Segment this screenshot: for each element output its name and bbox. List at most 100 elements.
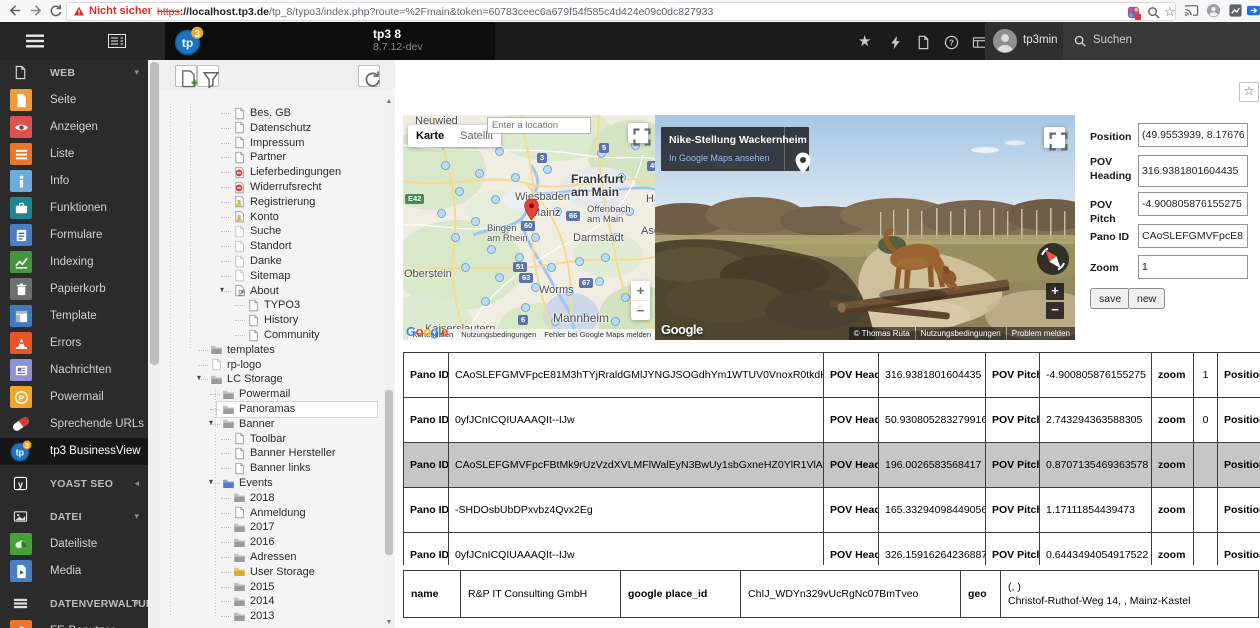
street-view-zoom-out-button[interactable]: − [1046, 302, 1064, 319]
map-marker[interactable] [471, 217, 480, 226]
map-marker[interactable] [437, 209, 446, 218]
tree-item-bes-gb[interactable]: Bes. GB [160, 106, 384, 121]
map-type-karte-button[interactable]: Karte [408, 125, 452, 147]
pov-pitch-field[interactable] [1138, 192, 1248, 216]
tree-item-user-storage[interactable]: User Storage [160, 565, 384, 580]
topbar-search[interactable]: Suchen [1063, 22, 1260, 60]
module-item-fe-benutzer[interactable]: FE-Benutzer [0, 618, 148, 628]
menu-toggle-icon[interactable] [26, 34, 44, 48]
tree-item-community[interactable]: Community [160, 328, 384, 343]
tree-item-about[interactable]: ▾About [160, 284, 384, 299]
map-marker[interactable] [515, 253, 524, 262]
map-marker[interactable] [451, 233, 460, 242]
tree-item-danke[interactable]: Danke [160, 254, 384, 269]
map-marker[interactable] [481, 297, 490, 306]
tree-item-widerrufsrecht[interactable]: Widerrufsrecht [160, 180, 384, 195]
zoom-field[interactable] [1138, 255, 1248, 279]
tree-item-2018[interactable]: 2018 [160, 491, 384, 506]
tree-item-events[interactable]: ▾Events [160, 476, 384, 491]
module-item-dateiliste[interactable]: Dateiliste [0, 531, 148, 558]
extension-icon[interactable] [1126, 5, 1141, 20]
pano-table-row[interactable]: Pano ID-SHDOsbUbDPxvbz4Qvx2EgPOV Heading… [404, 488, 1260, 533]
zoom-link[interactable]: zoom [1152, 443, 1194, 488]
map-marker[interactable] [475, 169, 484, 178]
tree-item-lc-storage[interactable]: ▾LC Storage [160, 372, 384, 387]
map-marker[interactable] [611, 317, 620, 326]
tree-item-standort[interactable]: Standort [160, 239, 384, 254]
new-button[interactable]: new [1128, 288, 1165, 309]
map-marker[interactable] [621, 293, 630, 302]
tree-item-toolbar[interactable]: Toolbar [160, 432, 384, 447]
module-section-yoast-seo[interactable]: yYOAST SEO◂ [0, 471, 148, 498]
module-item-sprechende-urls[interactable]: Sprechende URLs [0, 411, 148, 438]
module-item-errors[interactable]: Errors [0, 330, 148, 357]
tree-item-typo3[interactable]: TYPO3 [160, 298, 384, 313]
tree-item-partner[interactable]: Partner [160, 150, 384, 165]
pano-table-row[interactable]: Pano ID0yfJCnICQIUAAAQIt--IJwPOV Heading… [404, 533, 1260, 566]
module-section-datei[interactable]: DATEI▾ [0, 504, 148, 531]
tree-item-lieferbedingungen[interactable]: Lieferbedingungen [160, 165, 384, 180]
help-icon[interactable]: ? [944, 35, 959, 50]
tree-item-suche[interactable]: Suche [160, 224, 384, 239]
map-marker[interactable] [521, 303, 530, 312]
map-marker[interactable] [495, 147, 504, 156]
cast-icon[interactable] [1184, 3, 1199, 18]
scroll-up-icon[interactable]: ▲ [384, 98, 394, 105]
zoom-link[interactable]: zoom [1152, 353, 1194, 398]
module-item-anzeigen[interactable]: Anzeigen [0, 114, 148, 141]
map-marker-pin-icon[interactable] [524, 198, 539, 221]
pov-heading-field[interactable] [1138, 155, 1248, 187]
tree-item-templates[interactable]: templates [160, 343, 384, 358]
map-marker[interactable] [575, 257, 584, 266]
favorites-star-icon[interactable]: ★ [858, 32, 873, 47]
map-marker[interactable] [595, 277, 604, 286]
tree-item-impressum[interactable]: Impressum [160, 136, 384, 151]
module-item-info[interactable]: Info [0, 168, 148, 195]
module-item-nachrichten[interactable]: Nachrichten [0, 357, 148, 384]
zoom-link[interactable]: zoom [1152, 533, 1194, 566]
open-document-icon[interactable] [916, 35, 931, 50]
module-item-liste[interactable]: Liste [0, 141, 148, 168]
module-item-tp3-businessview[interactable]: tp3tp3 BusinessView [0, 438, 148, 465]
tree-item-banner[interactable]: ▾Banner [160, 417, 384, 432]
pano-table-row[interactable]: Pano ID0yfJCnICQIUAAAQIt--IJwPOV Heading… [404, 398, 1260, 443]
tree-scrollbar[interactable]: ▲ ▼ [384, 96, 394, 628]
tree-item-2017[interactable]: 2017 [160, 520, 384, 535]
module-section-datenverwaltung[interactable]: DATENVERWALTUNG▾ [0, 591, 148, 618]
tree-expander-icon[interactable]: ▾ [209, 418, 213, 427]
tree-expander-icon[interactable]: ▾ [197, 373, 201, 382]
position-field[interactable] [1138, 123, 1248, 147]
tree-item-powermail[interactable]: Powermail [160, 387, 384, 402]
map-marker[interactable] [543, 165, 552, 174]
scrollbar-thumb[interactable] [385, 390, 393, 555]
tree-item-panoramas[interactable]: Panoramas [160, 402, 384, 417]
tree-item-2014[interactable]: 2014 [160, 594, 384, 609]
map-marker[interactable] [601, 253, 610, 262]
report-problem-link[interactable]: Problem melden [1007, 327, 1075, 340]
browser-forward-icon[interactable] [28, 3, 43, 18]
map-search-input[interactable] [487, 117, 591, 134]
map-marker[interactable] [491, 195, 500, 204]
map-attribution-terms[interactable]: Nutzungsbedingungen [461, 330, 536, 339]
map-marker[interactable] [461, 263, 470, 272]
map-marker[interactable] [495, 273, 504, 282]
pano-table-row[interactable]: Pano IDCAoSLEFGMVFpcFBtMk9rUzVzdXVLMFlWa… [404, 443, 1260, 488]
pano-id-field[interactable] [1138, 224, 1248, 248]
tree-item-anmeldung[interactable]: Anmeldung [160, 506, 384, 521]
browser-account-icon[interactable] [1206, 3, 1221, 18]
tree-item-2013[interactable]: 2013 [160, 609, 384, 624]
translate-extension-icon[interactable] [1246, 3, 1260, 18]
tree-item-banner-links[interactable]: Banner links [160, 461, 384, 476]
street-view-zoom-in-button[interactable]: + [1046, 283, 1064, 300]
scrollbar-thumb[interactable] [150, 62, 159, 365]
tree-item-registrierung[interactable]: Registrierung [160, 195, 384, 210]
street-view-panorama[interactable]: Nike-Stellung Wackernheim In Google Maps… [655, 115, 1075, 340]
user-menu[interactable]: tp3min [985, 22, 1063, 60]
save-button[interactable]: save [1090, 288, 1130, 309]
terms-link[interactable]: Nutzungsbedingungen [916, 327, 1006, 340]
map-zoom-out-button[interactable]: − [631, 301, 650, 320]
street-view-pin-icon[interactable] [784, 127, 809, 171]
tree-item-history[interactable]: History [160, 313, 384, 328]
browser-reload-icon[interactable] [48, 3, 63, 18]
bookmark-button[interactable]: ☆ [1239, 82, 1259, 102]
